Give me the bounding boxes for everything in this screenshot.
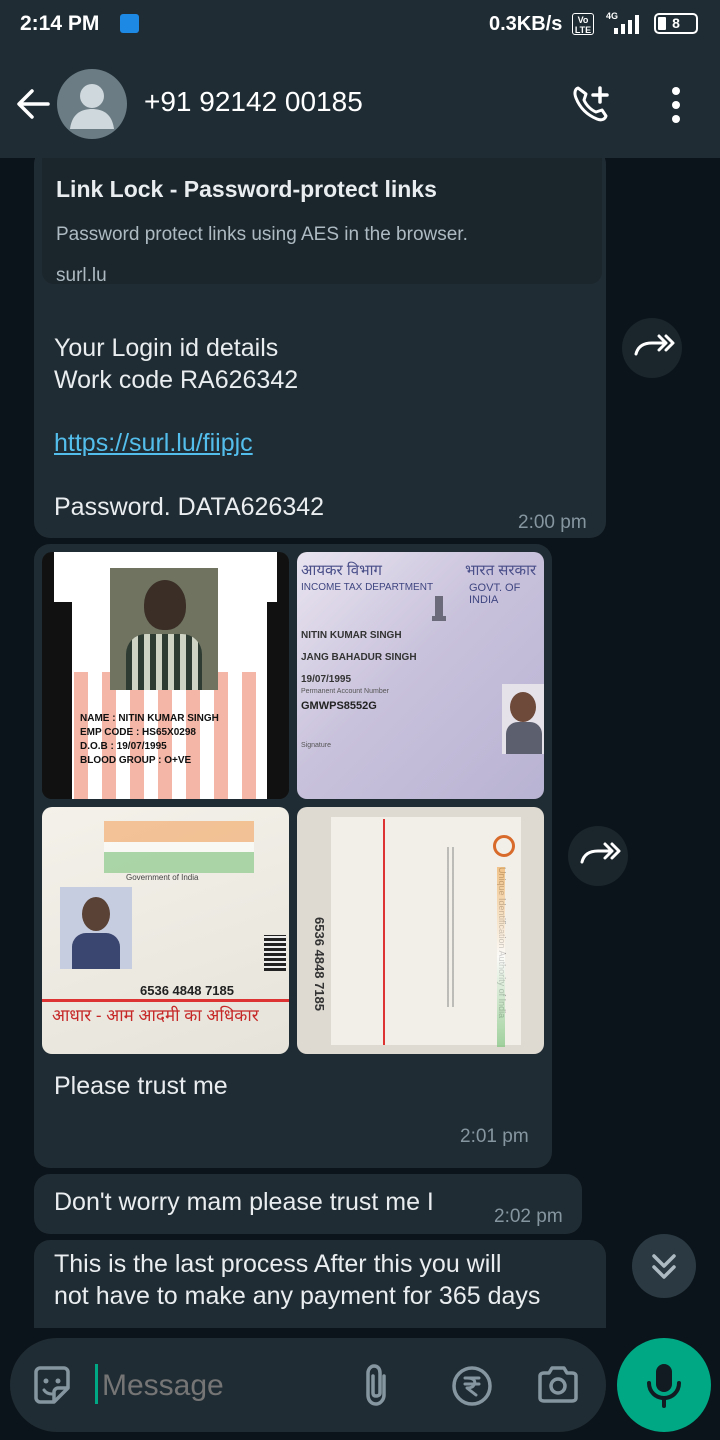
pan-hindi-right: भारत सरकार: [465, 562, 537, 579]
chat-header: +91 92142 00185: [0, 50, 720, 159]
id-blood-group: BLOOD GROUP : O+VE: [80, 755, 192, 766]
message-text: This is the last process After this you …: [54, 1250, 502, 1278]
message-bubble-4[interactable]: This is the last process After this you …: [34, 1240, 606, 1328]
battery-icon: 8: [654, 13, 698, 34]
aadhaar-photo: [60, 887, 132, 969]
pan-name: NITIN KUMAR SINGH: [301, 630, 402, 641]
aadhaar-number: 6536 4848 7185: [140, 983, 234, 998]
message-text: Don't worry mam please trust me I: [54, 1188, 434, 1216]
image-id-card[interactable]: NAME : NITIN KUMAR SINGH EMP CODE : HS65…: [42, 552, 289, 799]
message-time: 2:02 pm: [494, 1206, 563, 1227]
link-preview-title: Link Lock - Password-protect links: [56, 176, 437, 202]
forward-button[interactable]: [568, 826, 628, 886]
message-time: 2:01 pm: [460, 1126, 529, 1147]
sticker-icon[interactable]: [30, 1364, 74, 1408]
message-link[interactable]: https://surl.lu/fiipjc: [54, 429, 253, 458]
avatar[interactable]: [57, 69, 127, 139]
aadhaar-back-number: 6536 4848 7185: [312, 917, 327, 1011]
message-text: Your Login id details: [54, 334, 279, 362]
scroll-down-button[interactable]: [632, 1234, 696, 1298]
notification-icon: [120, 14, 139, 33]
pan-govt: GOVT. OF INDIA: [469, 582, 521, 606]
scroll-down-icon: [652, 1254, 676, 1279]
message-text: Please trust me: [54, 1072, 228, 1100]
network-speed: 0.3KB/s: [489, 13, 563, 35]
volte-icon: Vo LTE: [572, 13, 594, 35]
image-aadhaar-front[interactable]: Government of India 6536 4848 7185 आधार …: [42, 807, 289, 1054]
id-photo: [110, 568, 218, 690]
more-options-icon[interactable]: [668, 86, 684, 124]
image-pan-card[interactable]: आयकर विभाग भारत सरकार INCOME TAX DEPARTM…: [297, 552, 544, 799]
message-text: Password. DATA626342: [54, 493, 325, 521]
forward-icon: [580, 842, 621, 864]
mic-icon: [647, 1364, 681, 1408]
message-input[interactable]: [100, 1360, 344, 1412]
pan-signature-label: Signature: [301, 742, 331, 749]
message-input-bar: [10, 1338, 606, 1432]
rupee-icon[interactable]: [450, 1364, 494, 1408]
status-time: 2:14 PM: [20, 12, 100, 35]
link-preview-domain: surl.lu: [56, 265, 107, 286]
aadhaar-tagline: आधार - आम आदमी का अधिकार: [52, 1006, 259, 1025]
signal-icon: [614, 15, 639, 34]
message-text: Work code RA626342: [54, 366, 299, 394]
emblem-icon: [432, 596, 446, 621]
pan-number: GMWPS8552G: [301, 700, 377, 712]
id-name: NAME : NITIN KUMAR SINGH: [80, 713, 219, 724]
id-emp-code: EMP CODE : HS65X0298: [80, 727, 196, 738]
chat-area[interactable]: Link Lock - Password-protect links Passw…: [0, 158, 720, 1328]
link-preview[interactable]: Link Lock - Password-protect links Passw…: [42, 158, 602, 286]
pan-father-name: JANG BAHADUR SINGH: [301, 652, 417, 663]
pan-number-label: Permanent Account Number: [301, 688, 389, 695]
aadhaar-govt: Government of India: [126, 873, 199, 882]
pan-hindi-left: आयकर विभाग: [301, 562, 382, 579]
pan-photo: [502, 684, 544, 754]
status-bar: 2:14 PM 0.3KB/s Vo LTE 4G 8: [0, 0, 720, 50]
pan-dob: 19/07/1995: [301, 674, 352, 685]
id-dob: D.O.B : 19/07/1995: [80, 741, 167, 752]
attach-icon[interactable]: [362, 1362, 392, 1408]
forward-button[interactable]: [622, 318, 682, 378]
camera-icon[interactable]: [536, 1364, 580, 1406]
forward-icon: [634, 334, 675, 356]
back-arrow-icon[interactable]: [14, 86, 52, 122]
message-text: not have to make any payment for 365 day…: [54, 1282, 541, 1310]
text-cursor: [95, 1364, 98, 1404]
link-preview-description: Password protect links using AES in the …: [56, 224, 468, 245]
add-call-icon[interactable]: [570, 84, 614, 124]
avatar-icon: [70, 84, 114, 129]
message-bubble-3[interactable]: Don't worry mam please trust me I 2:02 p…: [34, 1174, 582, 1234]
message-time: 2:00 pm: [518, 512, 587, 533]
pan-department: INCOME TAX DEPARTMENT: [301, 582, 434, 593]
voice-message-button[interactable]: [617, 1338, 711, 1432]
contact-name[interactable]: +91 92142 00185: [144, 86, 363, 118]
image-aadhaar-back[interactable]: 6536 4848 7185 Unique Identification Aut…: [297, 807, 544, 1054]
message-bubble-2[interactable]: NAME : NITIN KUMAR SINGH EMP CODE : HS65…: [34, 544, 552, 1168]
message-bubble-1[interactable]: Link Lock - Password-protect links Passw…: [34, 158, 606, 538]
